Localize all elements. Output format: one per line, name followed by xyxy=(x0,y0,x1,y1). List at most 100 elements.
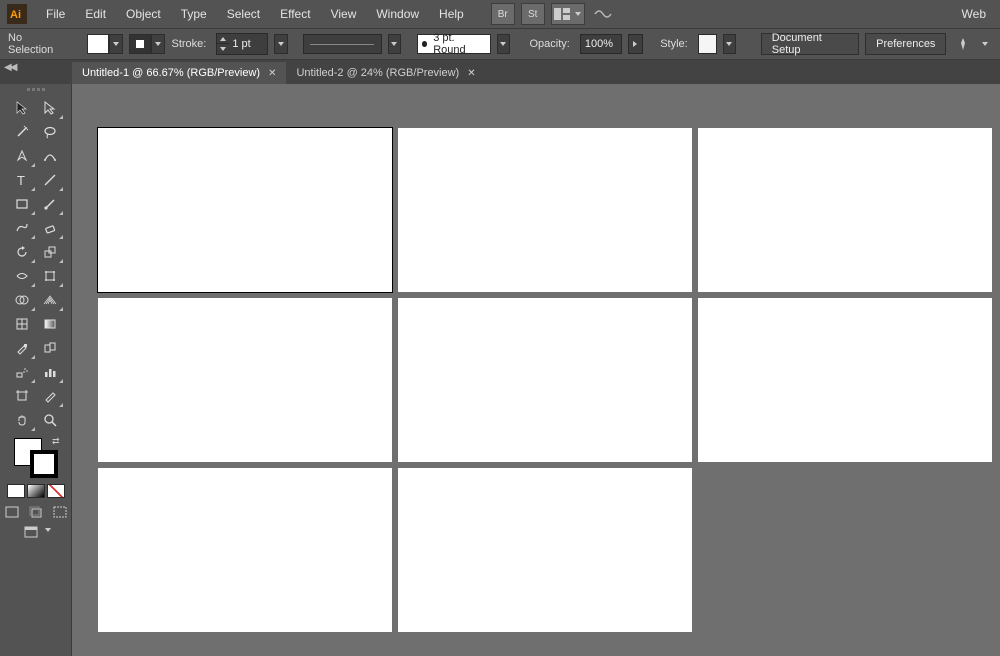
menu-object[interactable]: Object xyxy=(116,3,171,25)
arrange-documents-button[interactable] xyxy=(551,3,585,25)
artboard-tool[interactable] xyxy=(8,384,36,408)
perspective-grid-tool[interactable] xyxy=(36,288,64,312)
fill-swatch[interactable] xyxy=(87,34,109,54)
fill-color-control[interactable] xyxy=(87,33,123,55)
shape-builder-tool[interactable] xyxy=(8,288,36,312)
color-mode-solid[interactable] xyxy=(7,484,25,498)
brush-definition-menu[interactable] xyxy=(497,34,510,54)
artboard-5[interactable] xyxy=(398,298,692,462)
pen-tool[interactable] xyxy=(8,144,36,168)
stroke-swatch[interactable] xyxy=(129,34,151,54)
rotate-tool[interactable] xyxy=(8,240,36,264)
fill-dropdown[interactable] xyxy=(109,34,123,54)
fill-stroke-control[interactable]: ⇄ xyxy=(14,438,58,478)
menu-file[interactable]: File xyxy=(36,3,75,25)
close-tab-icon[interactable]: ✕ xyxy=(467,68,475,79)
color-mode-none[interactable] xyxy=(47,484,65,498)
artboard-7[interactable] xyxy=(98,468,392,632)
artboard-2[interactable] xyxy=(398,128,692,292)
variable-width-profile[interactable] xyxy=(303,34,381,54)
gradient-tool[interactable] xyxy=(36,312,64,336)
stroke-dropdown[interactable] xyxy=(151,34,165,54)
menu-effect[interactable]: Effect xyxy=(270,3,320,25)
color-mode-gradient[interactable] xyxy=(27,484,45,498)
mesh-tool[interactable] xyxy=(8,312,36,336)
artboard-1[interactable] xyxy=(98,128,392,292)
opacity-label: Opacity: xyxy=(530,38,570,50)
style-label: Style: xyxy=(660,38,688,50)
direct-selection-tool[interactable] xyxy=(36,96,64,120)
document-tab-label: Untitled-2 @ 24% (RGB/Preview) xyxy=(296,67,459,79)
menu-bar: Ai File Edit Object Type Select Effect V… xyxy=(0,0,1000,28)
document-tab-1[interactable]: Untitled-1 @ 66.67% (RGB/Preview) ✕ xyxy=(72,62,286,84)
opacity-menu[interactable] xyxy=(628,34,643,54)
line-segment-tool[interactable] xyxy=(36,168,64,192)
menu-view[interactable]: View xyxy=(321,3,367,25)
hand-tool[interactable] xyxy=(8,408,36,432)
paintbrush-tool[interactable] xyxy=(36,192,64,216)
width-tool[interactable] xyxy=(8,264,36,288)
graphic-style-menu[interactable] xyxy=(723,34,736,54)
gpu-preview-icon[interactable] xyxy=(591,3,615,25)
draw-inside-icon[interactable] xyxy=(50,504,70,520)
graphic-style-swatch[interactable] xyxy=(698,34,717,54)
shaper-tool[interactable] xyxy=(8,216,36,240)
panel-grip[interactable] xyxy=(21,88,51,94)
slice-tool[interactable] xyxy=(36,384,64,408)
artboard-4[interactable] xyxy=(98,298,392,462)
canvas[interactable] xyxy=(72,84,1000,656)
eraser-tool[interactable] xyxy=(36,216,64,240)
document-tab-2[interactable]: Untitled-2 @ 24% (RGB/Preview) ✕ xyxy=(286,62,485,84)
workspace-switcher[interactable]: Web xyxy=(954,3,994,25)
artboard-6[interactable] xyxy=(698,298,992,462)
selection-tool[interactable] xyxy=(8,96,36,120)
magic-wand-tool[interactable] xyxy=(8,120,36,144)
blend-tool[interactable] xyxy=(36,336,64,360)
stroke-color-control[interactable] xyxy=(129,33,165,55)
brush-definition[interactable]: 3 pt. Round xyxy=(417,34,491,54)
free-transform-tool[interactable] xyxy=(36,264,64,288)
brush-name: 3 pt. Round xyxy=(433,32,486,56)
bridge-button[interactable]: Br xyxy=(491,3,515,25)
swap-fill-stroke-icon[interactable]: ⇄ xyxy=(52,436,60,447)
screen-mode-menu[interactable] xyxy=(45,528,51,532)
artboard-8[interactable] xyxy=(398,468,692,632)
eyedropper-tool[interactable] xyxy=(8,336,36,360)
draw-behind-icon[interactable] xyxy=(26,504,46,520)
preferences-button[interactable]: Preferences xyxy=(865,33,946,55)
align-to-pin-icon[interactable] xyxy=(952,33,973,55)
menu-edit[interactable]: Edit xyxy=(75,3,116,25)
scale-tool[interactable] xyxy=(36,240,64,264)
type-tool[interactable]: T xyxy=(8,168,36,192)
draw-normal-icon[interactable] xyxy=(2,504,22,520)
stroke-weight-up[interactable] xyxy=(217,35,229,44)
stroke-weight-field[interactable] xyxy=(229,38,267,50)
curvature-tool[interactable] xyxy=(36,144,64,168)
rectangle-tool[interactable] xyxy=(8,192,36,216)
menu-help[interactable]: Help xyxy=(429,3,474,25)
stroke-box[interactable] xyxy=(30,450,58,478)
artboard-3[interactable] xyxy=(698,128,992,292)
tools-panel: T xyxy=(0,84,72,656)
align-menu[interactable] xyxy=(979,34,992,54)
document-setup-button[interactable]: Document Setup xyxy=(761,33,859,55)
symbol-sprayer-tool[interactable] xyxy=(8,360,36,384)
menu-select[interactable]: Select xyxy=(217,3,270,25)
opacity-field[interactable]: 100% xyxy=(580,34,622,54)
stroke-weight-input[interactable] xyxy=(216,33,268,55)
screen-mode-button[interactable] xyxy=(21,524,41,540)
svg-text:Ai: Ai xyxy=(10,9,21,21)
stroke-weight-menu[interactable] xyxy=(274,34,287,54)
stock-button[interactable]: St xyxy=(521,3,545,25)
lasso-tool[interactable] xyxy=(36,120,64,144)
close-tab-icon[interactable]: ✕ xyxy=(268,68,276,79)
zoom-tool[interactable] xyxy=(36,408,64,432)
variable-width-menu[interactable] xyxy=(388,34,401,54)
artboard-grid xyxy=(98,128,992,632)
menu-type[interactable]: Type xyxy=(171,3,217,25)
collapse-toolbar-icon[interactable]: ◀◀ xyxy=(4,62,15,73)
menu-window[interactable]: Window xyxy=(366,3,429,25)
column-graph-tool[interactable] xyxy=(36,360,64,384)
stroke-weight-down[interactable] xyxy=(217,44,229,53)
color-mode-row xyxy=(7,484,65,498)
